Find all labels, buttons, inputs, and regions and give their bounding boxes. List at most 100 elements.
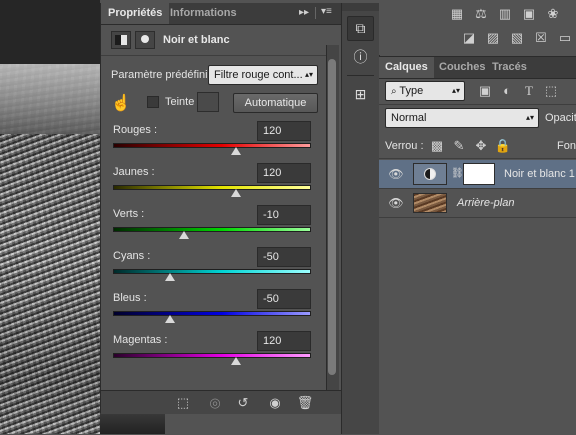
scrollbar-thumb[interactable] — [328, 59, 336, 375]
layer-row-black-white[interactable]: 👁 ⛓ Noir et blanc 1 — [379, 160, 576, 188]
slider-thumb[interactable] — [179, 231, 189, 239]
slider-label: Verts : — [113, 208, 145, 220]
black-white-adjustment-icon — [424, 168, 436, 180]
lock-all-icon[interactable]: 🔒 — [493, 138, 513, 154]
image-background-area — [0, 64, 100, 134]
dock-info-icon[interactable]: ⓘ — [347, 45, 374, 70]
slider-label: Rouges : — [113, 124, 158, 136]
layer-filter-value: Type — [399, 85, 424, 97]
adjustment-icon[interactable] — [111, 31, 131, 49]
blend-mode-value: Normal — [391, 112, 427, 124]
layers-tabbar: Calques Couches Tracés — [379, 57, 576, 79]
slider-value-field[interactable]: -50 — [257, 247, 311, 267]
filter-divider — [379, 104, 576, 105]
photo-filter-icon[interactable]: ▨ — [483, 30, 503, 46]
tab-properties[interactable]: Propriétés — [101, 3, 170, 24]
image-table-area — [0, 134, 100, 434]
dock-properties-icon[interactable]: ⧉ — [347, 16, 374, 41]
tint-checkbox[interactable] — [147, 96, 159, 108]
dropdown-arrows-icon: ▴▾ — [451, 86, 460, 95]
filter-shape-icon[interactable]: ⬚ — [541, 83, 561, 99]
layer-row-background[interactable]: 👁 Arrière-plan — [379, 189, 576, 217]
slider-thumb[interactable] — [165, 315, 175, 323]
levels-icon[interactable]: ⚖ — [471, 6, 491, 22]
panel-menu-icon[interactable]: ▾≡ — [321, 6, 332, 17]
lock-pixels-icon[interactable]: ✎ — [449, 138, 469, 154]
lock-position-icon[interactable]: ✥ — [471, 138, 491, 154]
fill-label: Fond — [557, 140, 576, 152]
collapse-panel-icon[interactable]: ▸▸ — [299, 7, 309, 18]
layer-visibility-eye-icon[interactable]: 👁 — [385, 189, 407, 217]
layer-mask-thumbnail[interactable] — [463, 163, 495, 185]
gradient-map-icon[interactable]: ▭ — [555, 30, 575, 46]
slider-thumb[interactable] — [231, 357, 241, 365]
layer-filter-dropdown[interactable]: ⌕ Type ▴▾ — [385, 81, 465, 101]
mask-icon-circle — [141, 35, 149, 43]
dock-divider — [347, 75, 374, 76]
slider-thumb[interactable] — [231, 147, 241, 155]
chain-link-icon[interactable]: ⛓ — [451, 168, 464, 179]
channel-mixer-icon[interactable]: ▧ — [507, 30, 527, 46]
slider-track[interactable] — [113, 269, 311, 274]
preset-dropdown[interactable]: Filtre rouge cont... ▴▾ — [208, 65, 318, 85]
layer-name: Noir et blanc 1 — [504, 168, 575, 180]
tint-label: Teinte — [165, 96, 195, 108]
panel-title: Noir et blanc — [163, 34, 230, 46]
vibrance-icon[interactable]: ❀ — [543, 6, 563, 22]
preset-value: Filtre rouge cont... — [214, 69, 303, 81]
slider-track[interactable] — [113, 185, 311, 190]
clip-to-layer-icon[interactable]: ⬚ — [173, 391, 193, 414]
color-balance-icon[interactable]: ◪ — [459, 30, 479, 46]
filter-type-icon[interactable]: T — [519, 83, 539, 99]
slider-label: Cyans : — [113, 250, 151, 262]
mask-icon[interactable] — [135, 31, 155, 49]
opacity-label: Opacité — [545, 112, 576, 124]
reset-icon[interactable]: ↺ — [233, 391, 253, 414]
background-thumbnail — [413, 193, 447, 213]
view-previous-state-icon[interactable]: ◎ — [205, 391, 225, 414]
slider-value-field[interactable]: 120 — [257, 331, 311, 351]
delete-icon[interactable]: 🗑 — [295, 391, 315, 414]
adjustment-icon-light-half — [121, 35, 127, 45]
brightness-contrast-icon[interactable]: ▦ — [447, 6, 467, 22]
dropdown-arrows-icon: ▴▾ — [304, 70, 313, 79]
header-divider — [101, 55, 326, 56]
tab-paths[interactable]: Tracés — [486, 57, 533, 78]
dock-history-icon[interactable]: ⊞ — [347, 82, 374, 107]
visibility-icon[interactable]: ◉ — [265, 391, 285, 414]
filter-adjustment-icon[interactable]: ◐ — [497, 83, 517, 99]
adjustments-panel: ▦ ⚖ ▥ ▣ ❀ ◪ ▨ ▧ ☒ ▭ — [379, 0, 576, 55]
slider-value-field[interactable]: -10 — [257, 205, 311, 225]
slider-value-field[interactable]: 120 — [257, 163, 311, 183]
slider-label: Magentas : — [113, 334, 168, 346]
tab-layers[interactable]: Calques — [379, 57, 434, 78]
tint-color-swatch[interactable] — [197, 92, 219, 112]
tabbar-divider — [315, 7, 316, 19]
slider-track[interactable] — [113, 311, 311, 316]
exposure-icon[interactable]: ▣ — [519, 6, 539, 22]
filter-pixel-icon[interactable]: ▣ — [475, 83, 495, 99]
lock-transparency-icon[interactable]: ▩ — [427, 138, 447, 154]
auto-button[interactable]: Automatique — [233, 93, 318, 113]
tab-channels[interactable]: Couches — [433, 57, 491, 78]
properties-tabbar: Propriétés Informations ▸▸ ▾≡ — [101, 3, 341, 25]
layer-divider — [379, 217, 576, 218]
invert-icon[interactable]: ☒ — [531, 30, 551, 46]
slider-value-field[interactable]: 120 — [257, 121, 311, 141]
slider-value-field[interactable]: -50 — [257, 289, 311, 309]
tab-informations[interactable]: Informations — [163, 3, 244, 24]
properties-footer: ⬚ ◎ ↺ ◉ 🗑 — [101, 390, 341, 414]
slider-track[interactable] — [113, 227, 311, 232]
slider-label: Bleus : — [113, 292, 147, 304]
targeted-adjustment-hand-icon[interactable]: ☝ — [111, 93, 131, 113]
layer-visibility-eye-icon[interactable]: 👁 — [385, 160, 407, 188]
slider-label: Jaunes : — [113, 166, 155, 178]
slider-track[interactable] — [113, 353, 311, 358]
curves-icon[interactable]: ▥ — [495, 6, 515, 22]
preset-label: Paramètre prédéfini : — [111, 69, 214, 81]
layer-name: Arrière-plan — [457, 197, 515, 209]
blend-mode-dropdown[interactable]: Normal ▴▾ — [385, 108, 539, 128]
slider-thumb[interactable] — [165, 273, 175, 281]
slider-track[interactable] — [113, 143, 311, 148]
slider-thumb[interactable] — [231, 189, 241, 197]
